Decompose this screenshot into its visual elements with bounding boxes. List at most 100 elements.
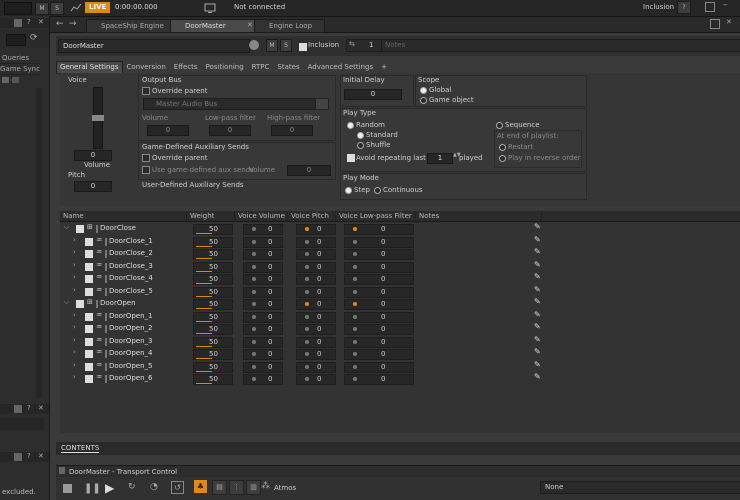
game-object-selector[interactable]: None [540,481,740,494]
voice-lowpass-cell[interactable]: 0 [344,286,414,298]
expand-arrow-icon[interactable]: › [73,273,76,281]
play-reverse-radio[interactable] [499,155,506,162]
include-checkbox[interactable] [85,337,93,346]
object-name-field[interactable]: DoorMaster [58,39,250,53]
bus-lowpass-value[interactable]: 0 [209,125,251,136]
scope-game-object-radio[interactable] [420,97,427,104]
shuffle-radio[interactable] [357,142,364,149]
voice-lowpass-cell[interactable]: 0 [344,274,414,285]
tab-game-syncs[interactable]: Game Syncs [0,64,40,75]
edit-pencil-icon[interactable]: ✎ [534,247,541,256]
weight-cell[interactable]: 50 [193,261,233,273]
mode-2-icon[interactable]: ▤ [212,480,227,495]
voice-volume-cell[interactable]: 0 [243,361,283,373]
voice-pitch-cell[interactable]: 0 [296,249,336,260]
include-checkbox[interactable] [85,262,93,271]
inclusion-checkbox[interactable] [299,43,307,51]
help-icon[interactable]: ? [27,452,31,460]
voice-pitch-cell[interactable]: 0 [296,311,336,323]
voice-pitch-cell[interactable]: 0 [296,299,336,310]
expand-arrow-icon[interactable]: › [73,261,76,269]
col-name[interactable]: Name [60,211,187,221]
table-row[interactable]: › ♒ DoorOpen_6 50 0 0 0 ✎ [60,372,605,385]
back-arrow-icon[interactable]: ← [56,19,64,29]
col-voice-pitch[interactable]: Voice Pitch [288,211,336,221]
remote-connect-icon[interactable] [204,2,216,14]
help-icon[interactable]: ? [27,404,31,412]
edit-pencil-icon[interactable]: ✎ [534,222,541,231]
voice-volume-cell[interactable]: 0 [243,349,283,360]
voice-volume-cell[interactable]: 0 [243,261,283,273]
voice-lowpass-cell[interactable]: 0 [344,236,414,248]
weight-cell[interactable]: 50 [193,374,233,385]
tab-queries[interactable]: Queries [0,53,40,64]
edit-pencil-icon[interactable]: ✎ [534,372,541,381]
refresh-icon[interactable]: ⟳ [30,33,38,43]
lower-panel-field[interactable] [0,418,44,430]
voice-volume-cell[interactable]: 0 [243,374,283,385]
include-checkbox[interactable] [85,250,93,258]
close-icon[interactable]: ✕ [38,452,44,460]
edit-pencil-icon[interactable]: ✎ [534,260,541,269]
volume-value[interactable]: 0 [74,150,112,161]
voice-volume-cell[interactable]: 0 [243,324,283,335]
avoid-repeating-value[interactable]: 1 [427,153,453,164]
continuous-radio[interactable] [374,187,381,194]
performance-graph-icon[interactable] [70,3,82,13]
voice-volume-cell[interactable]: 0 [243,286,283,298]
dock-icon[interactable] [710,19,720,29]
scope-global-radio[interactable] [420,87,427,94]
voice-pitch-cell[interactable]: 0 [296,224,336,235]
pitch-value[interactable]: 0 [74,181,112,192]
search-field[interactable] [6,34,26,46]
col-voice-lowpass[interactable]: Voice Low-pass Filter [336,211,416,221]
gda-volume-value[interactable]: 0 [287,165,331,176]
voice-lowpass-cell[interactable]: 0 [344,349,414,360]
close-icon[interactable]: ✕ [38,404,44,412]
forward-arrow-icon[interactable]: → [69,19,77,29]
voice-pitch-cell[interactable]: 0 [296,236,336,248]
table-row[interactable]: › ♒ DoorClose_2 50 0 0 0 ✎ [60,247,605,260]
expand-arrow-icon[interactable]: › [73,286,76,294]
include-checkbox[interactable] [85,375,93,383]
voice-lowpass-cell[interactable]: 0 [344,361,414,373]
table-row[interactable]: › ♒ DoorOpen_3 50 0 0 0 ✎ [60,335,605,348]
help-button[interactable]: ? [677,1,691,14]
voice-pitch-cell[interactable]: 0 [296,336,336,348]
weight-cell[interactable]: 50 [193,274,233,285]
collapse-icon[interactable] [12,77,19,83]
col-voice-volume[interactable]: Voice Volume [235,211,288,221]
weight-cell[interactable]: 50 [193,236,233,248]
voice-lowpass-cell[interactable]: 0 [344,324,414,335]
voice-pitch-cell[interactable]: 0 [296,361,336,373]
expand-arrow-icon[interactable]: › [73,311,76,319]
play-button[interactable]: ▶ [105,481,114,495]
voice-volume-cell[interactable]: 0 [243,249,283,260]
include-checkbox[interactable] [85,312,93,321]
reset-icon[interactable]: ↺ [171,481,184,494]
voice-pitch-cell[interactable]: 0 [296,274,336,285]
col-weight[interactable]: Weight [187,211,235,221]
edit-pencil-icon[interactable]: ✎ [534,235,541,244]
volume-slider[interactable] [92,87,104,149]
edit-pencil-icon[interactable]: ✎ [534,335,541,344]
voice-lowpass-cell[interactable]: 0 [344,336,414,348]
voice-lowpass-cell[interactable]: 0 [344,261,414,273]
close-icon[interactable]: ✕ [38,18,44,26]
table-row[interactable]: ⌵ ⊞ DoorOpen 50 0 0 0 ✎ [60,297,605,310]
close-tab-icon[interactable]: ✕ [247,21,253,29]
panel-options-icon[interactable] [14,453,22,461]
reference-count[interactable]: ⇆ 1 [346,39,382,52]
sequence-radio[interactable] [496,122,503,129]
original-mode-icon[interactable]: ♣ [194,480,207,493]
panel-options-icon[interactable] [14,405,22,413]
output-bus-field[interactable]: Master Audio Bus [143,98,323,110]
voice-volume-cell[interactable]: 0 [243,274,283,285]
edit-pencil-icon[interactable]: ✎ [534,310,541,319]
edit-pencil-icon[interactable]: ✎ [534,297,541,306]
contents-tab[interactable]: CONTENTS [61,444,100,453]
expand-arrow-icon[interactable]: › [73,348,76,356]
expand-arrow-icon[interactable]: › [73,336,76,344]
voice-volume-cell[interactable]: 0 [243,311,283,323]
weight-cell[interactable]: 50 [193,349,233,360]
